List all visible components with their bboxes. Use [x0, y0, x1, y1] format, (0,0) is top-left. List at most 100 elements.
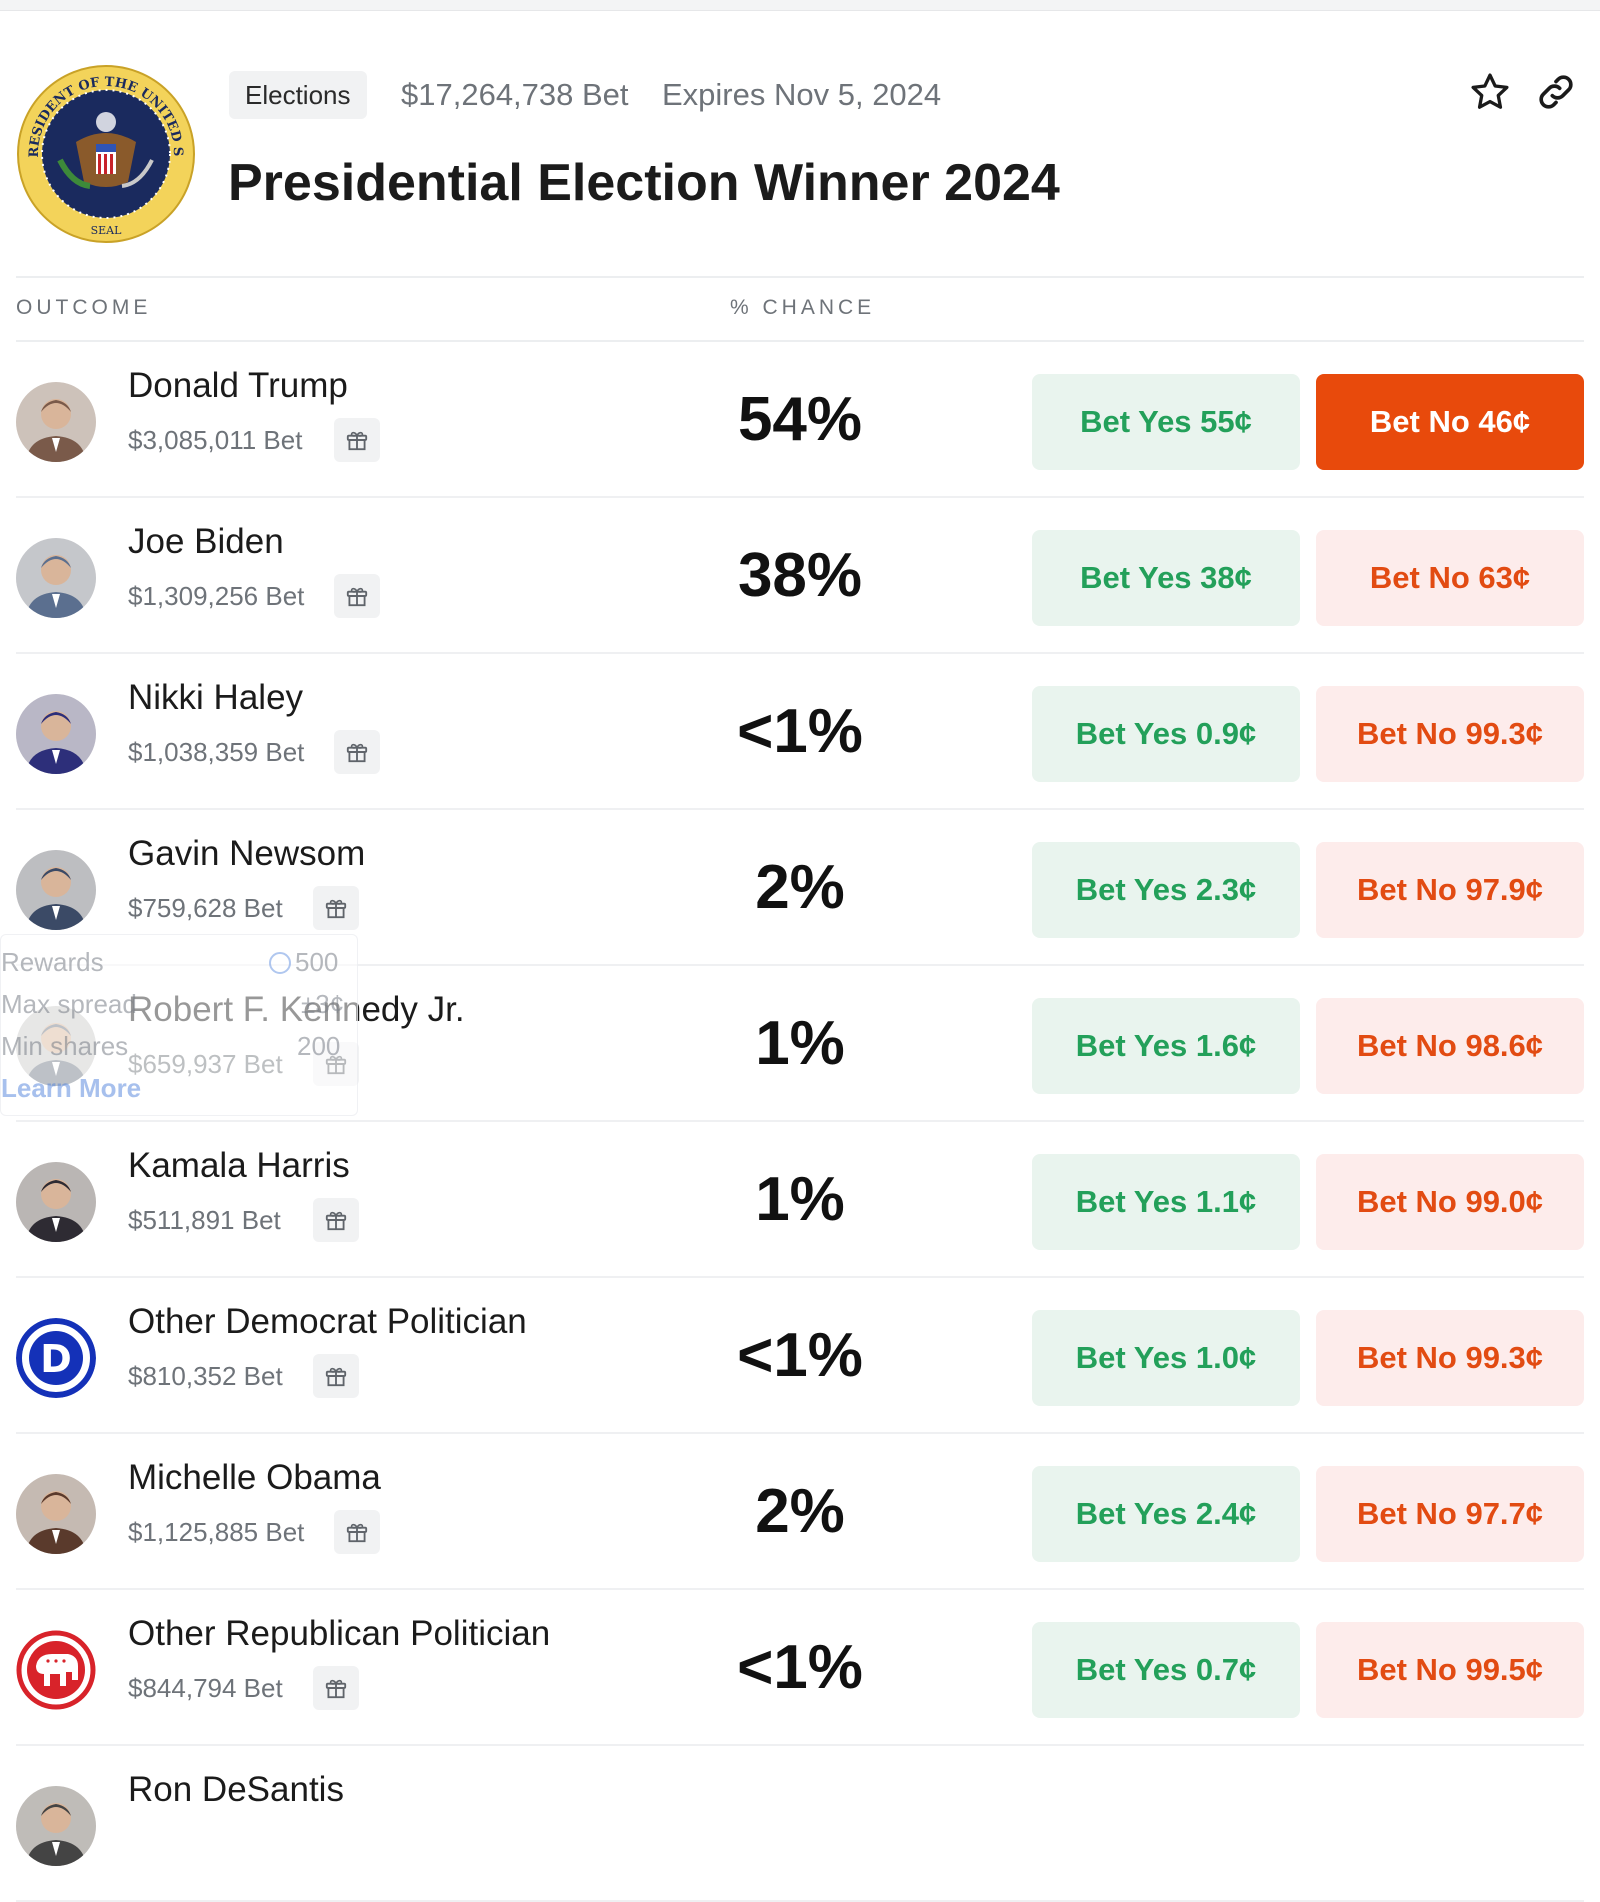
- democrat-logo-icon: D: [16, 1318, 96, 1398]
- bet-no-button[interactable]: Bet No 99.3¢: [1316, 1310, 1584, 1406]
- bet-no-button[interactable]: Bet No 63¢: [1316, 530, 1584, 626]
- outcome-row[interactable]: D Other Democrat Politician $810,352 Bet <1…: [0, 1278, 1600, 1434]
- chance-percent: 1%: [755, 1165, 845, 1234]
- bet-no-button[interactable]: Bet No 97.9¢: [1316, 842, 1584, 938]
- rewards-button[interactable]: [334, 730, 380, 774]
- candidate-photo: [16, 850, 96, 930]
- seal-text-bottom: SEAL: [91, 224, 123, 237]
- rewards-button[interactable]: [334, 1510, 380, 1554]
- star-icon[interactable]: [1468, 70, 1512, 114]
- market-volume: $17,264,738 Bet: [401, 77, 629, 112]
- candidate-avatar: D: [16, 1318, 96, 1398]
- chance-percent: 38%: [737, 541, 863, 610]
- bet-yes-button[interactable]: Bet Yes 1.6¢: [1032, 998, 1300, 1094]
- bet-yes-button[interactable]: Bet Yes 55¢: [1032, 374, 1300, 470]
- chance-percent: 1%: [755, 1009, 845, 1078]
- bet-yes-button[interactable]: Bet Yes 38¢: [1032, 530, 1300, 626]
- bet-no-button[interactable]: Bet No 99.0¢: [1316, 1154, 1584, 1250]
- bet-no-button[interactable]: Bet No 99.3¢: [1316, 686, 1584, 782]
- bet-no-button[interactable]: Bet No 97.7¢: [1316, 1466, 1584, 1562]
- gift-icon: [346, 1523, 368, 1543]
- outcome-volume: $844,794 Bet: [128, 1673, 283, 1703]
- bet-no-button[interactable]: Bet No 46¢: [1316, 374, 1584, 470]
- bet-yes-button[interactable]: Bet Yes 0.9¢: [1032, 686, 1300, 782]
- rewards-button[interactable]: [313, 1666, 359, 1710]
- rewards-value: 500: [295, 947, 339, 977]
- candidate-photo: [16, 694, 96, 774]
- coin-icon: [269, 951, 291, 974]
- outcome-name[interactable]: Gavin Newsom: [128, 832, 365, 876]
- top-bar: [0, 0, 1600, 11]
- republican-logo-icon: [16, 1630, 96, 1710]
- candidate-avatar: [16, 1474, 96, 1554]
- outcome-name[interactable]: Ron DeSantis: [128, 1768, 344, 1812]
- outcome-volume: $1,038,359 Bet: [128, 737, 305, 767]
- chance-percent: <1%: [737, 1321, 863, 1390]
- candidate-photo: [16, 538, 96, 618]
- outcome-name[interactable]: Kamala Harris: [128, 1144, 350, 1188]
- gift-icon: [325, 1211, 347, 1231]
- outcome-row[interactable]: Nikki Haley $1,038,359 Bet <1% Bet Yes 0.9¢…: [0, 654, 1600, 810]
- expiry-date: Expires Nov 5, 2024: [662, 77, 942, 112]
- rewards-button[interactable]: [313, 1198, 359, 1242]
- min-shares-value: 200: [297, 1031, 341, 1061]
- category-tag[interactable]: Elections: [229, 71, 367, 119]
- gift-icon: [325, 899, 347, 919]
- bet-no-button[interactable]: Bet No 98.6¢: [1316, 998, 1584, 1094]
- candidate-photo: [16, 1786, 96, 1866]
- rewards-label: Rewards: [1, 947, 104, 977]
- outcome-row[interactable]: Kamala Harris $511,891 Bet 1% Bet Yes 1.1¢ B…: [0, 1122, 1600, 1278]
- outcome-volume: $810,352 Bet: [128, 1361, 283, 1391]
- bet-yes-button[interactable]: Bet Yes 1.0¢: [1032, 1310, 1300, 1406]
- outcome-name[interactable]: Nikki Haley: [128, 676, 303, 720]
- page-title: Presidential Election Winner 2024: [228, 154, 1060, 212]
- outcome-volume: $511,891 Bet: [128, 1205, 281, 1235]
- rewards-button[interactable]: [334, 574, 380, 618]
- bet-yes-button[interactable]: Bet Yes 0.7¢: [1032, 1622, 1300, 1718]
- outcome-name[interactable]: Other Republican Politician: [128, 1612, 550, 1656]
- candidate-photo: [16, 1162, 96, 1242]
- outcome-row[interactable]: Donald Trump $3,085,011 Bet 54% Bet Yes 55¢…: [0, 342, 1600, 498]
- outcome-name[interactable]: Michelle Obama: [128, 1456, 381, 1500]
- svg-text:D: D: [40, 1337, 72, 1381]
- header-divider: [16, 276, 1584, 278]
- candidate-avatar: [16, 1786, 96, 1866]
- outcome-name[interactable]: Joe Biden: [128, 520, 284, 564]
- chance-percent: <1%: [737, 697, 863, 766]
- rewards-value-wrap: 500: [269, 947, 338, 978]
- gift-icon: [346, 743, 368, 763]
- min-shares-label: Min shares: [1, 1031, 129, 1061]
- outcome-row[interactable]: Michelle Obama $1,125,885 Bet 2% Bet Yes 2.…: [0, 1434, 1600, 1590]
- max-spread-value: ±3¢: [301, 989, 345, 1019]
- outcome-name[interactable]: Other Democrat Politician: [128, 1300, 527, 1344]
- bet-yes-button[interactable]: Bet Yes 2.3¢: [1032, 842, 1300, 938]
- bet-yes-button[interactable]: Bet Yes 1.1¢: [1032, 1154, 1300, 1250]
- outcome-name[interactable]: Donald Trump: [128, 364, 348, 408]
- chance-percent: <1%: [737, 1633, 863, 1702]
- rewards-button[interactable]: [313, 886, 359, 930]
- gift-icon: [325, 1367, 347, 1387]
- outcome-volume: $1,125,885 Bet: [128, 1517, 305, 1547]
- outcome-row[interactable]: Joe Biden $1,309,256 Bet 38% Bet Yes 38¢ Bet…: [0, 498, 1600, 654]
- outcome-row[interactable]: Ron DeSantis: [0, 1746, 1600, 1902]
- gift-icon: [346, 587, 368, 607]
- outcome-volume: $3,085,011 Bet: [128, 425, 303, 455]
- outcome-volume: $1,309,256 Bet: [128, 581, 305, 611]
- gift-icon: [325, 1679, 347, 1699]
- gift-icon: [346, 431, 368, 451]
- candidate-avatar: [16, 538, 96, 618]
- candidate-avatar: [16, 382, 96, 462]
- column-header-chance: % CHANCE: [730, 296, 876, 319]
- outcome-volume: $759,628 Bet: [128, 893, 283, 923]
- outcome-row[interactable]: Other Republican Politician $844,794 Bet <…: [0, 1590, 1600, 1746]
- chance-percent: 2%: [755, 853, 845, 922]
- rewards-button[interactable]: [313, 1354, 359, 1398]
- rewards-popover: Rewards 500 Max spread ±3¢ Min shares 20…: [0, 934, 358, 1116]
- bet-yes-button[interactable]: Bet Yes 2.4¢: [1032, 1466, 1300, 1562]
- chance-percent: 54%: [737, 385, 863, 454]
- bet-no-button[interactable]: Bet No 99.5¢: [1316, 1622, 1584, 1718]
- link-icon[interactable]: [1534, 70, 1578, 114]
- learn-more-link[interactable]: Learn More: [1, 1073, 141, 1104]
- rewards-button[interactable]: [334, 418, 380, 462]
- column-header-outcome: OUTCOME: [16, 296, 152, 319]
